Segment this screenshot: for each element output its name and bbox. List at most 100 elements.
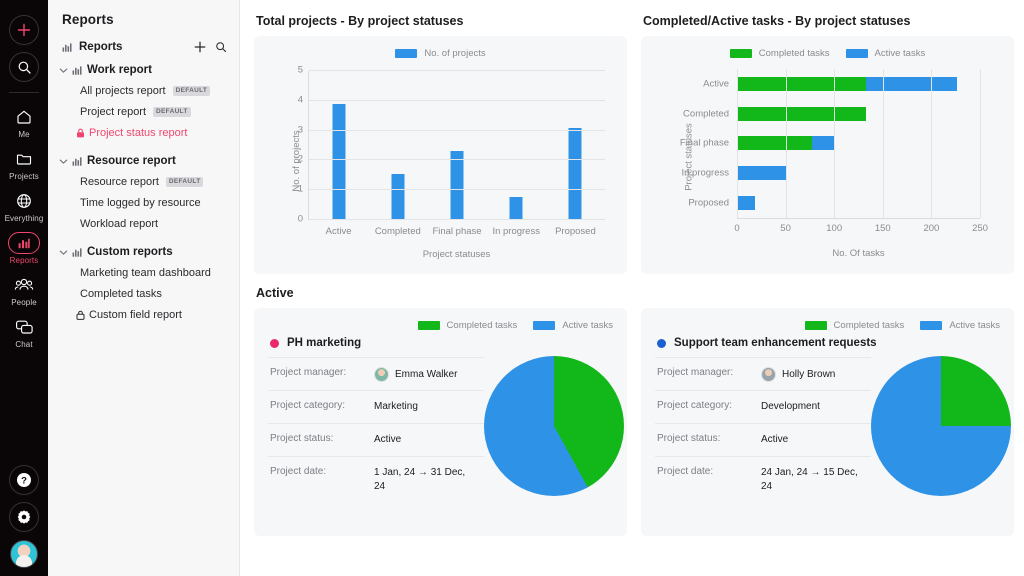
plus-icon[interactable] bbox=[194, 41, 206, 53]
sidebar-item-people[interactable]: People bbox=[0, 274, 48, 307]
legend-item-completed-tasks[interactable]: Completed tasks bbox=[804, 320, 904, 331]
tree-item-resource-report[interactable]: Resource report DEFAULT bbox=[48, 167, 239, 188]
tree-group-label: Resource report bbox=[87, 155, 176, 167]
legend-item-active-tasks[interactable]: Active tasks bbox=[845, 48, 925, 59]
field-label: Project date: bbox=[270, 466, 327, 477]
tree-item-marketing-team-dashboard[interactable]: Marketing team dashboard bbox=[48, 258, 239, 279]
bar[interactable] bbox=[568, 127, 582, 220]
legend-swatch bbox=[417, 321, 440, 330]
tree-item-label: Project status report bbox=[89, 127, 188, 139]
y-axis-tick: Final phase bbox=[679, 137, 729, 149]
settings-button[interactable] bbox=[9, 502, 39, 532]
project-status-row: Project status: Active bbox=[655, 423, 871, 456]
grid-line: 0 bbox=[734, 69, 740, 234]
tree-item-workload-report[interactable]: Workload report bbox=[48, 209, 239, 230]
bar[interactable] bbox=[391, 173, 405, 220]
bar-slot: Proposed bbox=[546, 71, 605, 237]
legend-label: Completed tasks bbox=[758, 48, 830, 59]
field-label: Project manager: bbox=[657, 367, 734, 378]
project-name-row[interactable]: PH marketing bbox=[270, 337, 484, 349]
avatar bbox=[761, 367, 776, 382]
bar-row: In progress bbox=[681, 158, 980, 188]
chevron-down-icon[interactable] bbox=[59, 248, 68, 257]
tree-group-label: Work report bbox=[87, 64, 152, 76]
x-axis-tick: Active bbox=[325, 226, 352, 237]
sidebar-item-chat[interactable]: Chat bbox=[0, 316, 48, 349]
legend-item-active-tasks[interactable]: Active tasks bbox=[920, 320, 1000, 331]
bar-chart-icon bbox=[72, 156, 82, 166]
legend-item-completed-tasks[interactable]: Completed tasks bbox=[729, 48, 830, 59]
bar-row: Completed bbox=[683, 99, 980, 129]
y-axis-label: Project statuses bbox=[683, 123, 695, 191]
main-content: Total projects - By project statuses No.… bbox=[240, 0, 1024, 576]
project-status-row: Project status: Active bbox=[268, 423, 484, 456]
field-label: Project category: bbox=[270, 400, 346, 411]
bar-segment[interactable] bbox=[866, 76, 957, 91]
tree-root-reports[interactable]: Reports bbox=[48, 27, 239, 53]
tree-item-project-status-report[interactable]: Project status report bbox=[48, 118, 239, 139]
chevron-down-icon[interactable] bbox=[59, 157, 68, 166]
chart-legend-tasks: Completed tasks Active tasks bbox=[641, 36, 1014, 59]
field-label: Project category: bbox=[657, 400, 733, 411]
tree-group-resource-report[interactable]: Resource report bbox=[48, 139, 239, 167]
project-card-body: PH marketing Project manager: Emma Walke… bbox=[254, 331, 627, 517]
bar-segment[interactable] bbox=[737, 196, 756, 211]
tree-item-label: Completed tasks bbox=[80, 288, 162, 300]
sidebar-item-me[interactable]: Me bbox=[0, 106, 48, 139]
sidebar-item-label: Chat bbox=[15, 340, 33, 349]
globe-icon bbox=[15, 190, 33, 212]
tree-item-label: Workload report bbox=[80, 218, 159, 230]
sidebar-item-projects[interactable]: Projects bbox=[0, 148, 48, 181]
search-icon[interactable] bbox=[215, 41, 227, 53]
bar-chart-icon bbox=[62, 42, 72, 52]
legend-item-active-tasks[interactable]: Active tasks bbox=[533, 320, 613, 331]
project-name: PH marketing bbox=[287, 337, 362, 349]
tree-item-custom-field-report[interactable]: Custom field report bbox=[48, 300, 239, 321]
bar-segment[interactable] bbox=[737, 166, 787, 181]
tree-group-custom-reports[interactable]: Custom reports bbox=[48, 230, 239, 258]
legend-swatch bbox=[845, 49, 868, 58]
legend-item-no-of-projects[interactable]: No. of projects bbox=[395, 48, 486, 59]
sidebar-item-everything[interactable]: Everything bbox=[0, 190, 48, 223]
bar[interactable] bbox=[450, 151, 464, 220]
legend-item-completed-tasks[interactable]: Completed tasks bbox=[417, 320, 517, 331]
bar-segment[interactable] bbox=[811, 136, 836, 151]
grid-line: 1 bbox=[298, 184, 605, 195]
tree-group-work-report[interactable]: Work report bbox=[48, 53, 239, 76]
tree-item-completed-tasks[interactable]: Completed tasks bbox=[48, 279, 239, 300]
folder-icon bbox=[15, 148, 33, 170]
bar-chart-icon bbox=[72, 247, 82, 257]
add-button[interactable] bbox=[9, 15, 39, 45]
chevron-down-icon[interactable] bbox=[59, 66, 68, 75]
project-name-row[interactable]: Support team enhancement requests bbox=[657, 337, 877, 349]
field-value: Development bbox=[761, 401, 820, 412]
project-category-row: Project category: Development bbox=[655, 390, 871, 423]
x-axis-tick: 250 bbox=[972, 223, 988, 234]
sidebar-item-reports[interactable]: Reports bbox=[0, 232, 48, 265]
svg-text:?: ? bbox=[21, 476, 27, 487]
bar[interactable] bbox=[509, 197, 523, 220]
bar-segment[interactable] bbox=[737, 106, 867, 121]
tree-item-label: Time logged by resource bbox=[80, 197, 201, 209]
bar-segment[interactable] bbox=[737, 76, 867, 91]
legend-label: No. of projects bbox=[424, 48, 486, 59]
legend-swatch bbox=[533, 321, 556, 330]
people-icon bbox=[14, 274, 34, 296]
sidebar-item-label: Everything bbox=[4, 214, 44, 223]
rail-bottom-group: ? bbox=[0, 458, 48, 568]
field-label: Project date: bbox=[657, 466, 714, 477]
tree-item-time-logged-by-resource[interactable]: Time logged by resource bbox=[48, 188, 239, 209]
search-button[interactable] bbox=[9, 52, 39, 82]
help-button[interactable]: ? bbox=[9, 465, 39, 495]
bar-row: Active bbox=[703, 69, 980, 99]
bar[interactable] bbox=[332, 103, 346, 220]
bar-chart-icon bbox=[8, 232, 40, 254]
x-axis-tick: 200 bbox=[923, 223, 940, 234]
project-date-row: Project date: 1 Jan, 24 → 31 Dec, 24 bbox=[268, 456, 484, 501]
rail-divider bbox=[9, 92, 39, 93]
bar-segment[interactable] bbox=[737, 136, 812, 151]
tree-item-all-projects-report[interactable]: All projects report DEFAULT bbox=[48, 76, 239, 97]
user-avatar[interactable] bbox=[10, 540, 38, 568]
project-card-body: Support team enhancement requests Projec… bbox=[641, 331, 1014, 517]
tree-item-project-report[interactable]: Project report DEFAULT bbox=[48, 97, 239, 118]
